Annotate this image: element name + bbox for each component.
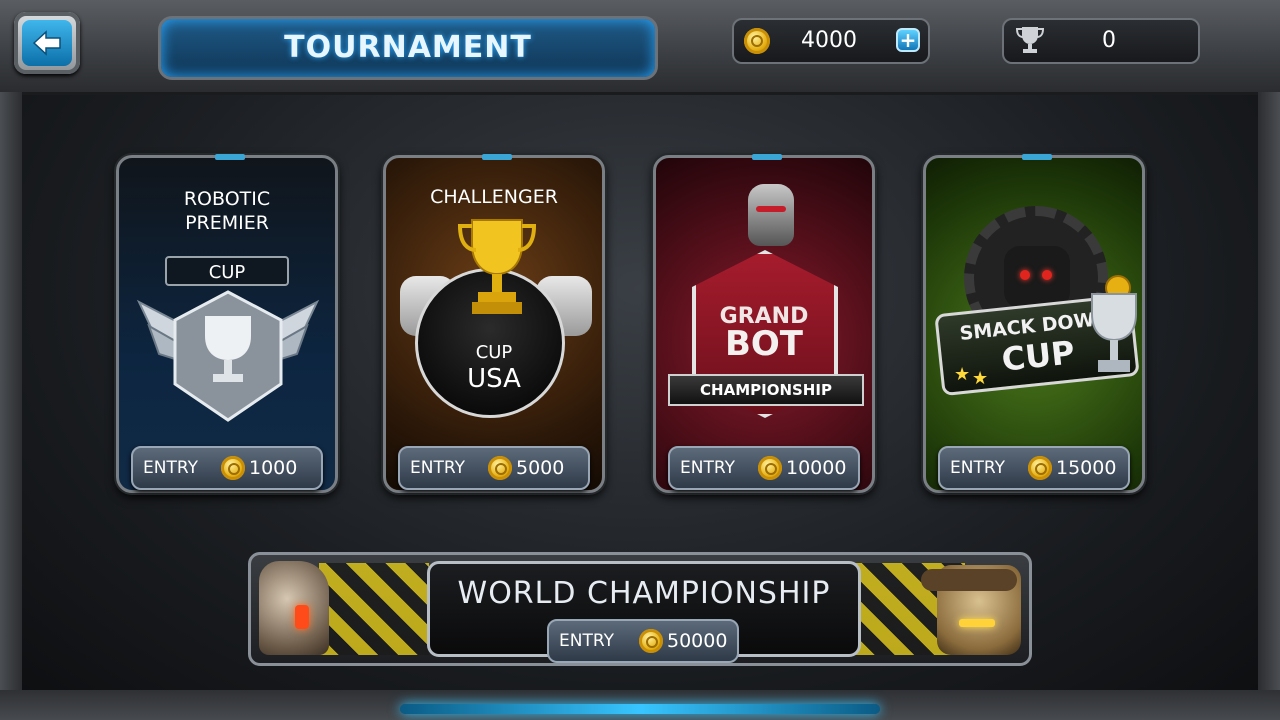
trophy-count-value: 0 xyxy=(1102,28,1116,53)
hazard-stripes xyxy=(319,563,429,655)
entry-label: ENTRY xyxy=(950,458,1005,478)
robot-eye xyxy=(295,605,309,629)
tournament-card-grand-bot[interactable]: GRAND BOT CHAMPIONSHIP ENTRY 10000 xyxy=(653,154,875,493)
left-frame xyxy=(0,92,22,720)
gold-trophy-icon xyxy=(458,219,536,314)
robot-face-icon xyxy=(1004,246,1070,308)
entry-cost: 1000 xyxy=(249,457,298,479)
entry-label: ENTRY xyxy=(143,458,198,478)
tournament-card-smack-down[interactable]: SMACK DOWN CUP ★ ★ ENTRY 15000 xyxy=(923,154,1145,493)
tournament-card-robotic-premier[interactable]: ROBOTIC PREMIER CUP ENTRY 1000 xyxy=(116,154,338,493)
card-notch xyxy=(215,154,245,160)
tournament-card-challenger[interactable]: CHALLENGER CUP USA ENTRY 5000 xyxy=(383,154,605,493)
entry-cost: 10000 xyxy=(786,457,847,479)
coin-balance-value: 4000 xyxy=(801,28,857,53)
winged-trophy-icon xyxy=(136,290,320,422)
championship-banner: CHAMPIONSHIP xyxy=(668,374,864,406)
robot-portrait-left xyxy=(259,561,329,655)
robot-eye xyxy=(756,206,786,212)
cup-label: CUP xyxy=(165,256,289,286)
right-frame xyxy=(1258,92,1280,720)
robot-eye xyxy=(1020,270,1030,280)
world-title: WORLD CHAMPIONSHIP xyxy=(457,576,831,611)
entry-button[interactable]: ENTRY 10000 xyxy=(668,446,860,490)
coin-icon xyxy=(758,456,782,480)
back-button-face xyxy=(22,20,72,66)
star-icon: ★ xyxy=(954,364,971,385)
robot-head-icon xyxy=(748,184,794,246)
entry-cost: 15000 xyxy=(1056,457,1117,479)
robot-hat xyxy=(921,569,1017,591)
back-arrow-icon xyxy=(32,30,61,56)
star-icon: ★ xyxy=(972,368,989,389)
entry-button[interactable]: ENTRY 5000 xyxy=(398,446,590,490)
coin-icon xyxy=(221,456,245,480)
bottom-frame xyxy=(0,690,1280,720)
entry-label: ENTRY xyxy=(410,458,465,478)
card-notch xyxy=(752,154,782,160)
back-button[interactable] xyxy=(14,12,80,74)
entry-cost: 5000 xyxy=(516,457,565,479)
trophy-icon xyxy=(1016,27,1044,53)
card-notch xyxy=(482,154,512,160)
card-title-line2: PREMIER xyxy=(185,212,269,234)
bottom-glow-bar xyxy=(400,704,880,714)
coin-icon xyxy=(744,28,770,54)
world-entry-button[interactable]: ENTRY 50000 xyxy=(547,619,739,663)
card-title-line1: ROBOTIC xyxy=(183,188,271,210)
page-title: TOURNAMENT xyxy=(284,30,532,65)
coin-icon xyxy=(1028,456,1052,480)
entry-cost: 50000 xyxy=(667,630,728,652)
robot-portrait-right xyxy=(921,565,1021,655)
trophy-count: 0 xyxy=(1002,18,1200,64)
entry-label: ENTRY xyxy=(559,631,614,651)
coin-icon xyxy=(639,629,663,653)
entry-label: ENTRY xyxy=(680,458,735,478)
badge-cup-text: CUP xyxy=(475,342,513,363)
coin-balance: 4000 + xyxy=(732,18,930,64)
robot-eye xyxy=(1042,270,1052,280)
card-title: CHALLENGER xyxy=(430,186,558,208)
logo-line2: BOT xyxy=(724,324,803,364)
entry-button[interactable]: ENTRY 15000 xyxy=(938,446,1130,490)
add-coins-button[interactable]: + xyxy=(896,28,920,52)
card-notch xyxy=(1022,154,1052,160)
world-championship-panel[interactable]: WORLD CHAMPIONSHIP ENTRY 50000 xyxy=(248,552,1032,666)
silver-trophy-icon xyxy=(1091,275,1137,372)
title-bar: TOURNAMENT xyxy=(158,16,658,80)
entry-button[interactable]: ENTRY 1000 xyxy=(131,446,323,490)
robot-eye xyxy=(959,619,995,627)
coin-icon xyxy=(488,456,512,480)
badge-country-text: USA xyxy=(467,364,521,394)
